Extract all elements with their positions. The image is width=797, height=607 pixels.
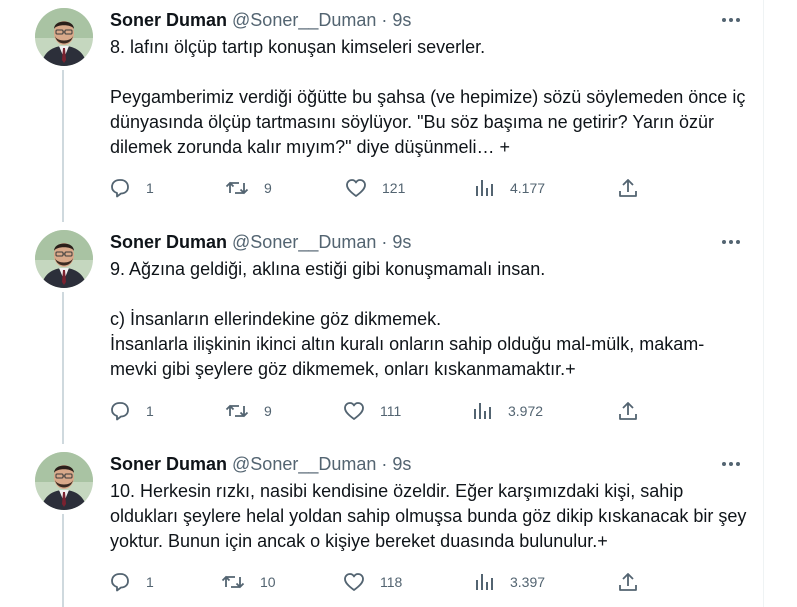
like-count: 118	[380, 574, 403, 590]
tweet[interactable]: Soner Duman @Soner__Duman · 9s 9. Ağzına…	[0, 222, 763, 444]
author-name[interactable]: Soner Duman	[110, 232, 227, 253]
author-name[interactable]: Soner Duman	[110, 454, 227, 475]
retweet-icon	[225, 404, 249, 418]
retweet-icon	[221, 575, 245, 589]
separator-dot: ·	[381, 231, 388, 252]
share-button[interactable]	[616, 570, 640, 594]
author-handle[interactable]: @Soner__Duman	[232, 454, 376, 475]
tweet-header: Soner Duman @Soner__Duman · 9s	[110, 453, 411, 475]
reply-icon	[111, 179, 129, 198]
share-icon	[619, 573, 637, 591]
tweet[interactable]: Soner Duman @Soner__Duman · 9s 8. lafını…	[0, 0, 763, 222]
tweet-actions: 1 10 118 3.397	[108, 570, 648, 594]
thread-line	[62, 514, 64, 607]
share-icon	[619, 402, 637, 420]
heart-icon	[346, 179, 366, 197]
share-button[interactable]	[616, 176, 640, 200]
views-button[interactable]: 3.972	[470, 399, 543, 423]
reply-button[interactable]: 1	[108, 176, 154, 200]
views-icon	[476, 574, 493, 590]
author-name[interactable]: Soner Duman	[110, 10, 227, 31]
author-handle[interactable]: @Soner__Duman	[232, 232, 376, 253]
timestamp[interactable]: 9s	[392, 10, 411, 31]
share-icon	[619, 179, 637, 197]
retweet-count: 9	[264, 403, 272, 419]
views-button[interactable]: 3.397	[472, 570, 545, 594]
retweet-count: 9	[264, 180, 272, 196]
timestamp[interactable]: 9s	[392, 232, 411, 253]
separator-dot: ·	[381, 9, 388, 30]
views-count: 3.972	[508, 403, 544, 419]
author-handle[interactable]: @Soner__Duman	[232, 10, 376, 31]
tweet-text: 9. Ağzına geldiği, aklına estiği gibi ko…	[110, 259, 705, 379]
like-count: 111	[380, 403, 402, 419]
like-count: 121	[382, 180, 406, 196]
retweet-button[interactable]: 9	[224, 176, 272, 200]
more-icon[interactable]	[718, 454, 744, 474]
reply-count: 1	[146, 180, 154, 196]
views-icon	[474, 403, 491, 419]
reply-count: 1	[146, 574, 154, 590]
reply-button[interactable]: 1	[108, 570, 154, 594]
views-count: 4.177	[510, 180, 546, 196]
heart-icon	[344, 402, 364, 420]
tweet-text: 8. lafını ölçüp tartıp konuşan kimseleri…	[110, 37, 746, 157]
timestamp[interactable]: 9s	[392, 454, 411, 475]
retweet-icon	[225, 181, 249, 195]
more-icon[interactable]	[718, 232, 744, 252]
tweet-text: 10. Herkesin rızkı, nasibi kendisine öze…	[110, 481, 747, 551]
reply-icon	[111, 402, 129, 421]
timeline: Soner Duman @Soner__Duman · 9s 8. lafını…	[0, 0, 764, 607]
avatar[interactable]	[35, 452, 93, 510]
reply-button[interactable]: 1	[108, 399, 154, 423]
reply-count: 1	[146, 403, 154, 419]
share-button[interactable]	[616, 399, 640, 423]
reply-icon	[111, 573, 129, 592]
views-icon	[476, 180, 493, 196]
thread-line	[62, 70, 64, 222]
avatar[interactable]	[35, 8, 93, 66]
tweet-header: Soner Duman @Soner__Duman · 9s	[110, 231, 411, 253]
thread-line	[62, 292, 64, 444]
tweet-actions: 1 9 121 4.177	[108, 176, 648, 200]
views-button[interactable]: 4.177	[472, 176, 545, 200]
like-button[interactable]: 121	[344, 176, 405, 200]
more-icon[interactable]	[718, 10, 744, 30]
views-count: 3.397	[510, 574, 546, 590]
retweet-count: 10	[260, 574, 276, 590]
avatar[interactable]	[35, 230, 93, 288]
like-button[interactable]: 118	[342, 570, 402, 594]
tweet[interactable]: Soner Duman @Soner__Duman · 9s 10. Herke…	[0, 444, 763, 607]
retweet-button[interactable]: 9	[224, 399, 272, 423]
retweet-button[interactable]: 10	[220, 570, 276, 594]
heart-icon	[344, 573, 364, 591]
tweet-header: Soner Duman @Soner__Duman · 9s	[110, 9, 411, 31]
separator-dot: ·	[381, 453, 388, 474]
like-button[interactable]: 111	[342, 399, 401, 423]
tweet-actions: 1 9 111 3.972	[108, 399, 648, 423]
